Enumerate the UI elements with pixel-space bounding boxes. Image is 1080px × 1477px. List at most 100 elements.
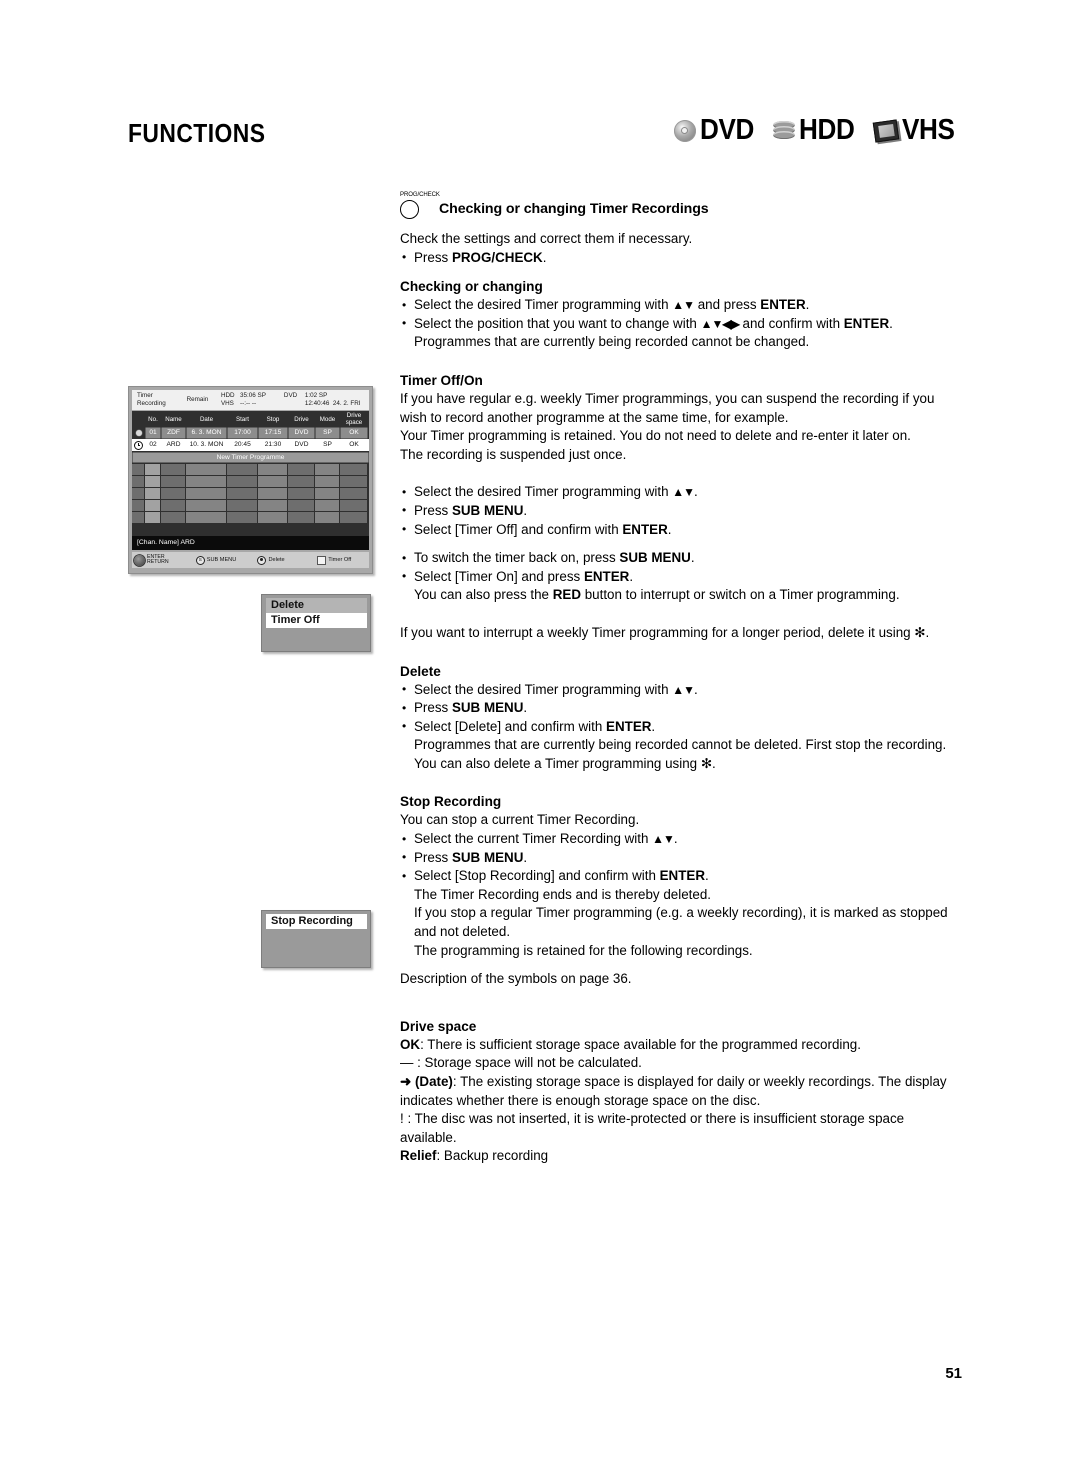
row-stop: 17:15 [258, 427, 288, 439]
list-item: Press SUB MENU. [400, 501, 960, 521]
table-row[interactable] [132, 476, 369, 487]
symbols-reference: Description of the symbols on page 36. [400, 971, 632, 987]
row-date: 6. 3. MON [186, 427, 227, 439]
media-badges: DVD HDD VHS [673, 114, 960, 147]
table-row[interactable] [132, 464, 369, 475]
clock-icon [132, 439, 145, 451]
menu-item-stop-recording[interactable]: Stop Recording [266, 914, 367, 929]
col-head-drive-space: Drive space [340, 412, 368, 426]
col-head-name: Name [165, 415, 182, 423]
timer-screen-vhs-value: --:-- -- [240, 400, 257, 407]
stop-recording-bullets: Select the current Timer Recording with … [400, 830, 960, 960]
cc-b1-post: . [805, 297, 810, 313]
four-way-arrows-icon: ▲▼◀▶ [700, 316, 740, 331]
del-b1-post: . [694, 681, 698, 697]
to-b4-post: . [690, 550, 695, 566]
drive-space-dash: — : Storage space will not be calculated… [400, 1055, 642, 1071]
timer-off-on-p4: If you want to interrupt a weekly Timer … [400, 624, 930, 640]
row-drive-space: OK [349, 441, 359, 448]
table-row[interactable] [132, 500, 369, 511]
drive-space-date: ➜ (Date): The existing storage space is … [400, 1073, 960, 1110]
to-b2-post: . [523, 502, 528, 518]
timer-off-on-p2: Your Timer programming is retained. You … [400, 428, 911, 444]
menu-item-delete[interactable]: Delete [266, 598, 367, 613]
row-drive: DVD [288, 427, 315, 439]
col-head-stop: Stop [266, 415, 280, 423]
drive-space-relief: Relief: Backup recording [400, 1147, 960, 1166]
sub-heading-stop-recording: Stop Recording [400, 794, 502, 810]
table-row[interactable] [132, 488, 369, 499]
timer-off-on-p3: The recording is suspended just once. [400, 446, 627, 462]
to-b4-pre: To switch the timer back on, press [414, 550, 620, 566]
red-button-label: RED [552, 587, 581, 603]
sr-b1-pre: Select the current Timer Recording with [414, 831, 653, 847]
cc-b2-post: . [889, 315, 893, 331]
col-head-drive-space-l1: Drive [346, 412, 362, 419]
footer-sub-menu-label: SUB MENU [206, 557, 237, 563]
intro-bullet-strong: PROG/CHECK [451, 249, 543, 265]
menu-item-timer-off[interactable]: Timer Off [266, 613, 367, 628]
menu-item-empty [266, 929, 367, 944]
col-head-date: Date [199, 415, 214, 423]
timer-screen-dvd-label: DVD [284, 392, 305, 408]
footer-delete-label: Delete [268, 557, 285, 563]
timer-off-on-bullets: Select the desired Timer programming wit… [400, 483, 960, 539]
media-badge-vhs-label: VHS [901, 114, 955, 146]
to-b4-strong: SUB MENU [619, 550, 691, 566]
footer-timer-off-label: Timer Off [328, 557, 352, 563]
sub-menu-popup-delete-timer-off[interactable]: Delete Timer Off [261, 594, 371, 652]
timer-screen-date: 24. 2. FRI [332, 400, 361, 407]
timer-on-bullets: To switch the timer back on, press SUB M… [400, 549, 960, 605]
timer-screen-hdd-value: 35:06 SP [240, 392, 266, 399]
cc-b1-strong: ENTER [760, 297, 806, 313]
list-item: Select the position that you want to cha… [400, 314, 960, 334]
delete-bullets: Select the desired Timer programming wit… [400, 680, 960, 774]
new-timer-programme-row[interactable]: New Timer Programme [132, 452, 369, 463]
list-item: Select [Stop Recording] and confirm with… [400, 867, 960, 886]
sr-b2-post: . [523, 849, 528, 865]
timer-screen-dvd-clock: 1:02 SP 12:40:46 24. 2. FRI [305, 392, 364, 408]
timer-screen-title-line2: Recording [137, 400, 166, 407]
intro-line: Check the settings and correct them if n… [400, 231, 693, 246]
to-b3-strong: ENTER [622, 521, 668, 537]
del-b2-post: . [523, 700, 528, 716]
row-mode: SP [323, 441, 332, 448]
page-title: FUNCTIONS [128, 118, 266, 148]
timer-screen-status-bar: Timer Recording Remain HDD VHS 35:06 SP … [132, 390, 369, 410]
to-b5-post: . [629, 568, 634, 584]
timer-screen-drive-values: 35:06 SP --:-- -- [240, 392, 284, 408]
timer-screen-empty-rows [132, 464, 369, 523]
cc-b1-mid: and press [694, 297, 761, 313]
footer-timer-off[interactable]: Timer Off [317, 555, 369, 565]
list-item: Select [Timer On] and press ENTER. [400, 567, 960, 587]
list-item-continuation: If you stop a regular Timer programming … [414, 905, 948, 940]
timer-screen-hdd-label: HDD [220, 392, 235, 399]
disc-icon [673, 119, 696, 142]
section-heading: Checking or changing Timer Recordings [439, 201, 709, 218]
updown-arrows-icon: ▲▼ [672, 298, 695, 313]
sub-heading-drive-space: Drive space [400, 1018, 477, 1034]
footer-delete[interactable]: Delete [257, 555, 317, 565]
footer-sub-menu[interactable]: S SUB MENU [195, 555, 258, 565]
media-badge-hdd-label: HDD [798, 114, 855, 146]
page-header: FUNCTIONS DVD HDD VHS [128, 114, 960, 162]
list-item-continuation: You can also press the RED button to int… [400, 586, 960, 605]
del-b2-pre: Press [414, 700, 452, 716]
col-head-start: Start [235, 415, 250, 423]
menu-item-empty [266, 628, 367, 643]
to-b5c-post: button to interrupt or switch on a Timer… [581, 587, 900, 603]
footer-enter-return[interactable]: ENTER RETURN [134, 554, 196, 566]
section-heading-row: PROG/CHECK Checking or changing Timer Re… [400, 191, 960, 219]
row-name: ARD [166, 441, 181, 448]
sub-heading-timer-off-on: Timer Off/On [400, 372, 483, 388]
timer-screen-clock-date: 12:40:46 24. 2. FRI [305, 400, 364, 408]
intro-bullets: Press PROG/CHECK. [400, 248, 960, 268]
table-row[interactable]: 02 ARD 10. 3. MON 20:45 21:30 DVD SP OK [132, 439, 369, 451]
red-button-icon [317, 555, 327, 565]
timer-off-on-p1: If you have regular e.g. weekly Timer pr… [400, 390, 935, 425]
sub-menu-popup-stop-recording[interactable]: Stop Recording [261, 910, 371, 968]
cc-b2-strong: ENTER [843, 315, 890, 331]
table-row[interactable] [132, 512, 369, 523]
table-row[interactable]: 01 ZDF 6. 3. MON 17:00 17:15 DVD SP OK [132, 427, 369, 439]
row-start: 17:00 [227, 427, 258, 439]
